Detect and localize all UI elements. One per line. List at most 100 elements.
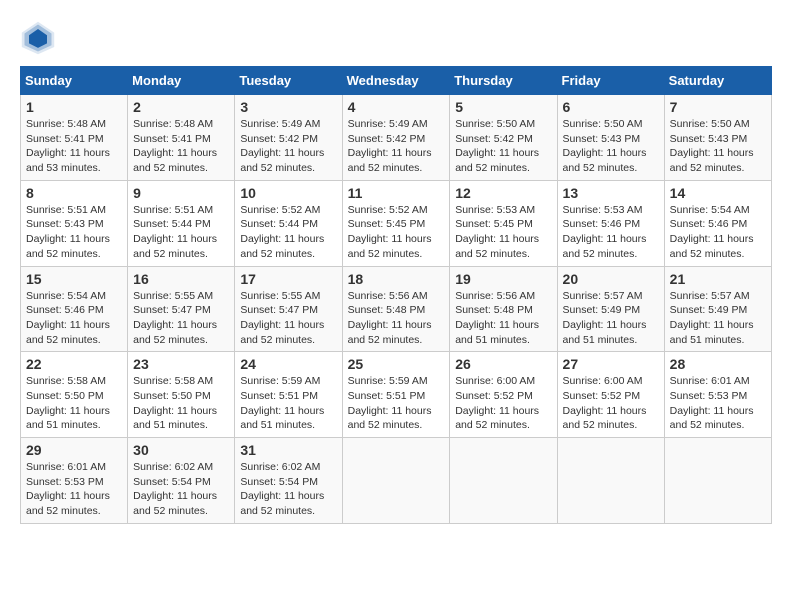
day-cell: 11 Sunrise: 5:52 AM Sunset: 5:45 PM Dayl… xyxy=(342,180,450,266)
day-cell: 3 Sunrise: 5:49 AM Sunset: 5:42 PM Dayli… xyxy=(235,95,342,181)
day-cell: 2 Sunrise: 5:48 AM Sunset: 5:41 PM Dayli… xyxy=(128,95,235,181)
day-cell xyxy=(557,438,664,524)
day-cell: 5 Sunrise: 5:50 AM Sunset: 5:42 PM Dayli… xyxy=(450,95,557,181)
calendar-table: SundayMondayTuesdayWednesdayThursdayFrid… xyxy=(20,66,772,524)
header xyxy=(20,20,772,56)
col-header-wednesday: Wednesday xyxy=(342,67,450,95)
day-number: 8 xyxy=(26,185,122,201)
day-cell: 22 Sunrise: 5:58 AM Sunset: 5:50 PM Dayl… xyxy=(21,352,128,438)
day-number: 30 xyxy=(133,442,229,458)
day-number: 5 xyxy=(455,99,551,115)
day-number: 26 xyxy=(455,356,551,372)
day-number: 10 xyxy=(240,185,336,201)
day-number: 23 xyxy=(133,356,229,372)
day-info: Sunrise: 5:48 AM Sunset: 5:41 PM Dayligh… xyxy=(26,117,122,176)
day-cell: 10 Sunrise: 5:52 AM Sunset: 5:44 PM Dayl… xyxy=(235,180,342,266)
day-info: Sunrise: 6:02 AM Sunset: 5:54 PM Dayligh… xyxy=(240,460,336,519)
day-info: Sunrise: 5:58 AM Sunset: 5:50 PM Dayligh… xyxy=(26,374,122,433)
day-cell: 6 Sunrise: 5:50 AM Sunset: 5:43 PM Dayli… xyxy=(557,95,664,181)
day-cell: 25 Sunrise: 5:59 AM Sunset: 5:51 PM Dayl… xyxy=(342,352,450,438)
day-info: Sunrise: 5:51 AM Sunset: 5:43 PM Dayligh… xyxy=(26,203,122,262)
day-info: Sunrise: 5:53 AM Sunset: 5:45 PM Dayligh… xyxy=(455,203,551,262)
day-info: Sunrise: 5:58 AM Sunset: 5:50 PM Dayligh… xyxy=(133,374,229,433)
day-cell: 16 Sunrise: 5:55 AM Sunset: 5:47 PM Dayl… xyxy=(128,266,235,352)
day-cell: 14 Sunrise: 5:54 AM Sunset: 5:46 PM Dayl… xyxy=(664,180,771,266)
col-header-tuesday: Tuesday xyxy=(235,67,342,95)
day-number: 13 xyxy=(563,185,659,201)
day-number: 15 xyxy=(26,271,122,287)
day-number: 3 xyxy=(240,99,336,115)
day-number: 19 xyxy=(455,271,551,287)
day-info: Sunrise: 5:55 AM Sunset: 5:47 PM Dayligh… xyxy=(240,289,336,348)
day-cell: 12 Sunrise: 5:53 AM Sunset: 5:45 PM Dayl… xyxy=(450,180,557,266)
day-info: Sunrise: 5:51 AM Sunset: 5:44 PM Dayligh… xyxy=(133,203,229,262)
day-number: 9 xyxy=(133,185,229,201)
day-info: Sunrise: 6:00 AM Sunset: 5:52 PM Dayligh… xyxy=(455,374,551,433)
day-cell: 18 Sunrise: 5:56 AM Sunset: 5:48 PM Dayl… xyxy=(342,266,450,352)
day-number: 20 xyxy=(563,271,659,287)
day-info: Sunrise: 5:56 AM Sunset: 5:48 PM Dayligh… xyxy=(455,289,551,348)
day-number: 11 xyxy=(348,185,445,201)
day-cell: 21 Sunrise: 5:57 AM Sunset: 5:49 PM Dayl… xyxy=(664,266,771,352)
day-info: Sunrise: 5:52 AM Sunset: 5:44 PM Dayligh… xyxy=(240,203,336,262)
day-info: Sunrise: 5:57 AM Sunset: 5:49 PM Dayligh… xyxy=(563,289,659,348)
day-number: 2 xyxy=(133,99,229,115)
week-row-5: 29 Sunrise: 6:01 AM Sunset: 5:53 PM Dayl… xyxy=(21,438,772,524)
col-header-thursday: Thursday xyxy=(450,67,557,95)
day-cell: 28 Sunrise: 6:01 AM Sunset: 5:53 PM Dayl… xyxy=(664,352,771,438)
day-number: 7 xyxy=(670,99,766,115)
col-header-friday: Friday xyxy=(557,67,664,95)
day-info: Sunrise: 5:48 AM Sunset: 5:41 PM Dayligh… xyxy=(133,117,229,176)
day-info: Sunrise: 5:49 AM Sunset: 5:42 PM Dayligh… xyxy=(348,117,445,176)
day-number: 12 xyxy=(455,185,551,201)
day-number: 14 xyxy=(670,185,766,201)
day-number: 31 xyxy=(240,442,336,458)
day-info: Sunrise: 5:57 AM Sunset: 5:49 PM Dayligh… xyxy=(670,289,766,348)
day-number: 6 xyxy=(563,99,659,115)
day-info: Sunrise: 5:56 AM Sunset: 5:48 PM Dayligh… xyxy=(348,289,445,348)
week-row-3: 15 Sunrise: 5:54 AM Sunset: 5:46 PM Dayl… xyxy=(21,266,772,352)
day-number: 17 xyxy=(240,271,336,287)
day-info: Sunrise: 6:00 AM Sunset: 5:52 PM Dayligh… xyxy=(563,374,659,433)
day-info: Sunrise: 5:54 AM Sunset: 5:46 PM Dayligh… xyxy=(26,289,122,348)
day-info: Sunrise: 5:59 AM Sunset: 5:51 PM Dayligh… xyxy=(240,374,336,433)
day-cell: 29 Sunrise: 6:01 AM Sunset: 5:53 PM Dayl… xyxy=(21,438,128,524)
logo xyxy=(20,20,62,56)
day-info: Sunrise: 6:01 AM Sunset: 5:53 PM Dayligh… xyxy=(26,460,122,519)
header-row: SundayMondayTuesdayWednesdayThursdayFrid… xyxy=(21,67,772,95)
day-number: 4 xyxy=(348,99,445,115)
day-cell: 23 Sunrise: 5:58 AM Sunset: 5:50 PM Dayl… xyxy=(128,352,235,438)
day-info: Sunrise: 5:53 AM Sunset: 5:46 PM Dayligh… xyxy=(563,203,659,262)
day-cell: 24 Sunrise: 5:59 AM Sunset: 5:51 PM Dayl… xyxy=(235,352,342,438)
day-number: 27 xyxy=(563,356,659,372)
day-info: Sunrise: 5:50 AM Sunset: 5:42 PM Dayligh… xyxy=(455,117,551,176)
day-number: 18 xyxy=(348,271,445,287)
day-number: 24 xyxy=(240,356,336,372)
col-header-monday: Monday xyxy=(128,67,235,95)
day-info: Sunrise: 5:55 AM Sunset: 5:47 PM Dayligh… xyxy=(133,289,229,348)
logo-icon xyxy=(20,20,56,56)
day-number: 28 xyxy=(670,356,766,372)
week-row-1: 1 Sunrise: 5:48 AM Sunset: 5:41 PM Dayli… xyxy=(21,95,772,181)
day-info: Sunrise: 6:01 AM Sunset: 5:53 PM Dayligh… xyxy=(670,374,766,433)
day-cell: 20 Sunrise: 5:57 AM Sunset: 5:49 PM Dayl… xyxy=(557,266,664,352)
day-cell: 15 Sunrise: 5:54 AM Sunset: 5:46 PM Dayl… xyxy=(21,266,128,352)
day-cell: 1 Sunrise: 5:48 AM Sunset: 5:41 PM Dayli… xyxy=(21,95,128,181)
day-info: Sunrise: 5:50 AM Sunset: 5:43 PM Dayligh… xyxy=(563,117,659,176)
day-cell: 30 Sunrise: 6:02 AM Sunset: 5:54 PM Dayl… xyxy=(128,438,235,524)
day-cell: 26 Sunrise: 6:00 AM Sunset: 5:52 PM Dayl… xyxy=(450,352,557,438)
day-number: 22 xyxy=(26,356,122,372)
day-info: Sunrise: 5:59 AM Sunset: 5:51 PM Dayligh… xyxy=(348,374,445,433)
day-cell: 27 Sunrise: 6:00 AM Sunset: 5:52 PM Dayl… xyxy=(557,352,664,438)
day-cell xyxy=(664,438,771,524)
day-cell: 7 Sunrise: 5:50 AM Sunset: 5:43 PM Dayli… xyxy=(664,95,771,181)
day-info: Sunrise: 5:54 AM Sunset: 5:46 PM Dayligh… xyxy=(670,203,766,262)
col-header-sunday: Sunday xyxy=(21,67,128,95)
day-cell: 13 Sunrise: 5:53 AM Sunset: 5:46 PM Dayl… xyxy=(557,180,664,266)
day-number: 21 xyxy=(670,271,766,287)
week-row-4: 22 Sunrise: 5:58 AM Sunset: 5:50 PM Dayl… xyxy=(21,352,772,438)
day-info: Sunrise: 5:49 AM Sunset: 5:42 PM Dayligh… xyxy=(240,117,336,176)
day-info: Sunrise: 6:02 AM Sunset: 5:54 PM Dayligh… xyxy=(133,460,229,519)
day-cell: 31 Sunrise: 6:02 AM Sunset: 5:54 PM Dayl… xyxy=(235,438,342,524)
day-cell: 19 Sunrise: 5:56 AM Sunset: 5:48 PM Dayl… xyxy=(450,266,557,352)
